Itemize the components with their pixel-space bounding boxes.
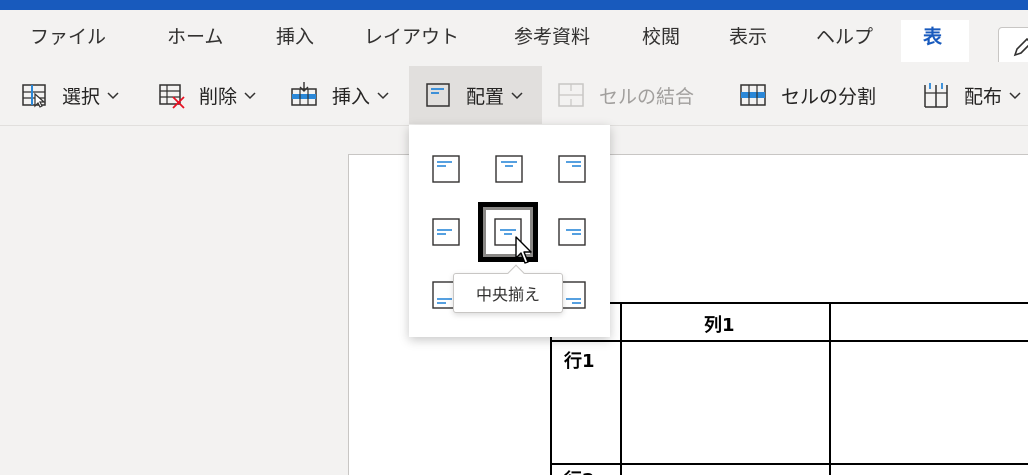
tab-view[interactable]: 表示 bbox=[729, 22, 767, 49]
mouse-pointer-icon bbox=[515, 236, 532, 264]
delete-label: 削除 bbox=[199, 85, 238, 108]
editing-mode-button[interactable] bbox=[998, 27, 1028, 67]
tab-home[interactable]: ホーム bbox=[167, 22, 223, 49]
align-middle-right-button[interactable] bbox=[553, 213, 589, 249]
merge-cells-label: セルの結合 bbox=[599, 85, 695, 108]
row-header-row2[interactable]: 行2 bbox=[564, 466, 595, 475]
tab-file[interactable]: ファイル bbox=[30, 22, 106, 49]
align-button[interactable]: 配置 bbox=[409, 66, 542, 124]
header-cell-col1[interactable]: 列1 bbox=[704, 311, 735, 337]
ribbon-tabs: ファイル ホーム 挿入 レイアウト 参考資料 校閲 表示 ヘルプ 表 bbox=[0, 10, 1028, 69]
chevron-down-icon bbox=[377, 92, 389, 100]
insert-label: 挿入 bbox=[332, 85, 371, 108]
align-top-center-icon bbox=[495, 155, 523, 183]
pen-icon bbox=[1013, 37, 1028, 57]
tab-table[interactable]: 表 bbox=[923, 22, 942, 49]
delete-button[interactable]: 削除 bbox=[157, 66, 257, 124]
tooltip: 中央揃え bbox=[453, 264, 563, 313]
table-ribbon: 選択 削除 挿入 配置 セルの結合 セルの分割 配布 bbox=[0, 62, 1028, 126]
split-cells-button[interactable]: セルの分割 bbox=[739, 66, 876, 124]
align-middle-right-icon bbox=[558, 218, 586, 246]
merge-cells-icon bbox=[558, 83, 584, 107]
split-cells-label: セルの分割 bbox=[781, 85, 877, 108]
table-border-col2 bbox=[829, 302, 831, 475]
align-top-center-button[interactable] bbox=[490, 150, 526, 186]
tab-review[interactable]: 校閲 bbox=[642, 22, 680, 49]
align-middle-left-icon bbox=[432, 218, 460, 246]
row-header-row1[interactable]: 行1 bbox=[564, 347, 595, 373]
align-label: 配置 bbox=[466, 85, 505, 108]
split-cells-icon bbox=[740, 84, 766, 106]
insert-table-icon bbox=[291, 82, 317, 106]
align-top-right-button[interactable] bbox=[553, 150, 589, 186]
tab-help[interactable]: ヘルプ bbox=[816, 22, 873, 49]
title-bar-strip bbox=[0, 0, 1028, 10]
align-top-left-icon bbox=[432, 155, 460, 183]
align-icon bbox=[426, 83, 450, 107]
chevron-down-icon bbox=[244, 92, 256, 100]
align-middle-left-button[interactable] bbox=[427, 213, 463, 249]
distribute-icon bbox=[924, 83, 948, 108]
delete-table-icon bbox=[159, 84, 185, 109]
tooltip-text: 中央揃え bbox=[475, 285, 540, 304]
distribute-button[interactable]: 配布 bbox=[922, 66, 1022, 124]
insert-button[interactable]: 挿入 bbox=[290, 66, 390, 124]
align-top-left-button[interactable] bbox=[427, 150, 463, 186]
align-top-right-icon bbox=[558, 155, 586, 183]
merge-cells-button[interactable]: セルの結合 bbox=[557, 66, 694, 124]
select-table-icon bbox=[22, 84, 46, 108]
tab-insert[interactable]: 挿入 bbox=[276, 22, 314, 49]
chevron-down-icon bbox=[1009, 92, 1021, 100]
table-border-col1 bbox=[620, 302, 622, 475]
distribute-label: 配布 bbox=[964, 85, 1003, 108]
tab-layout[interactable]: レイアウト bbox=[364, 22, 459, 49]
select-button[interactable]: 選択 bbox=[20, 66, 120, 124]
chevron-down-icon bbox=[511, 92, 523, 100]
tab-references[interactable]: 参考資料 bbox=[514, 22, 590, 49]
chevron-down-icon bbox=[107, 92, 119, 100]
select-label: 選択 bbox=[62, 85, 101, 108]
